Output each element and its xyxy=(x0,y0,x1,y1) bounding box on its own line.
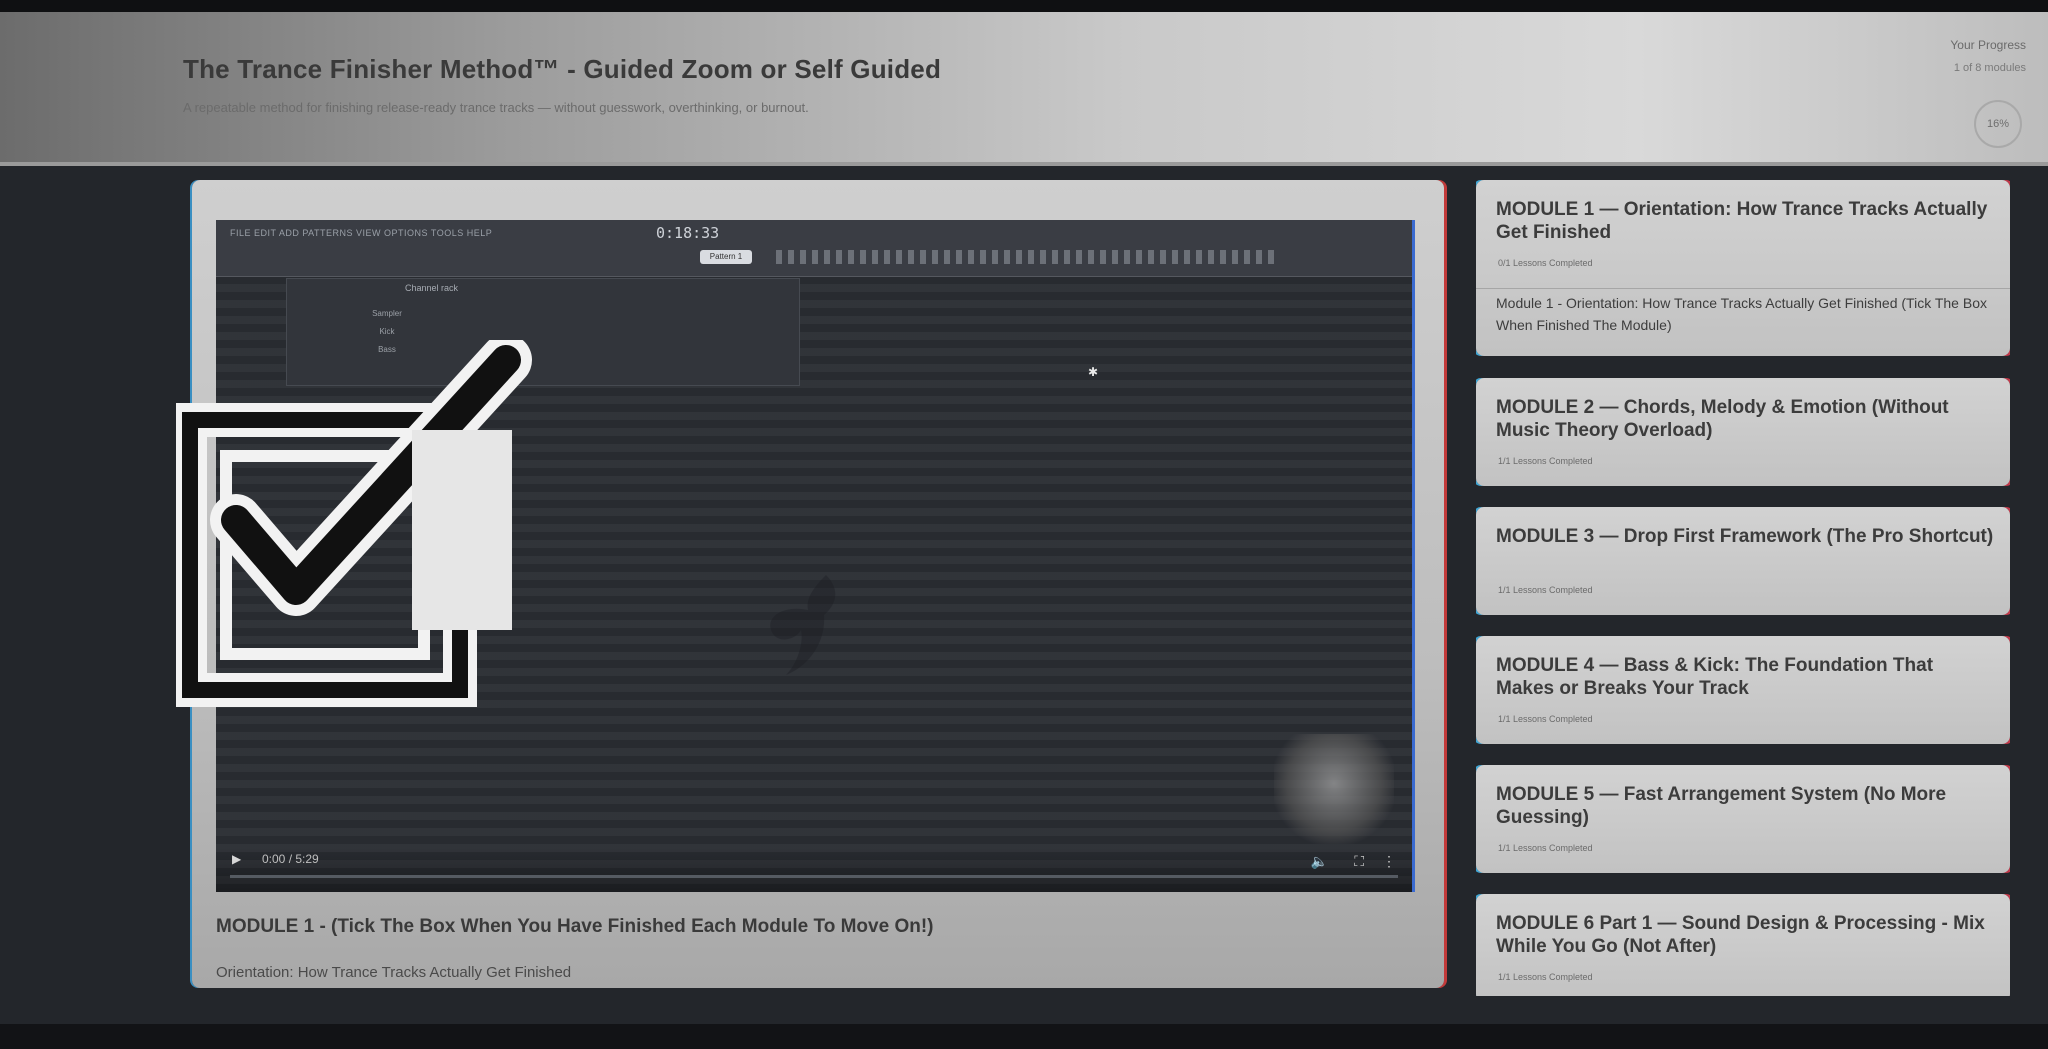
module-card-1[interactable]: MODULE 1 — Orientation: How Trance Track… xyxy=(1476,180,2010,356)
module-title: MODULE 1 — Orientation: How Trance Track… xyxy=(1496,199,1988,243)
fl-studio-logo-icon xyxy=(770,575,836,675)
module-card-4[interactable]: MODULE 4 — Bass & Kick: The Foundation T… xyxy=(1476,636,2010,744)
rack-row: Kick xyxy=(379,327,395,336)
volume-icon[interactable]: 🔈 xyxy=(1311,853,1328,870)
progress-ring: 16% xyxy=(1974,100,2022,148)
module-card-5[interactable]: MODULE 5 — Fast Arrangement System (No M… xyxy=(1476,765,2010,873)
module-title: MODULE 3 — Drop First Framework (The Pro… xyxy=(1496,526,1994,547)
module-sidebar: MODULE 1 — Orientation: How Trance Track… xyxy=(1476,180,2010,996)
module-progress: 1/1 Lessons Completed xyxy=(1498,456,1593,466)
page: The Trance Finisher Method™ - Guided Zoo… xyxy=(0,0,2048,1049)
module-progress: 0/1 Lessons Completed xyxy=(1498,258,1593,268)
daw-controls xyxy=(776,250,1276,264)
top-strip xyxy=(0,0,2048,12)
play-icon[interactable]: ▶ xyxy=(232,852,241,866)
progress-percent: 16% xyxy=(1986,118,2010,130)
daw-pattern: Pattern 1 xyxy=(700,250,752,264)
more-icon[interactable]: ⋮ xyxy=(1382,853,1396,870)
module-progress: 1/1 Lessons Completed xyxy=(1498,585,1593,595)
module-progress: 1/1 Lessons Completed xyxy=(1498,843,1593,853)
module-card-6[interactable]: MODULE 6 Part 1 — Sound Design & Process… xyxy=(1476,894,2010,996)
lesson-title: MODULE 1 - (Tick The Box When You Have F… xyxy=(216,916,934,937)
module-lesson-link[interactable]: Module 1 - Orientation: How Trance Track… xyxy=(1496,292,1996,336)
mouse-cursor-icon: ✱ xyxy=(1088,365,1099,379)
module-card-3[interactable]: MODULE 3 — Drop First Framework (The Pro… xyxy=(1476,507,2010,615)
module-title: MODULE 6 Part 1 — Sound Design & Process… xyxy=(1496,913,1985,957)
video-controls: ▶ 0:00 / 5:29 🔈 ⛶ ⋮ xyxy=(216,848,1412,892)
course-header: The Trance Finisher Method™ - Guided Zoo… xyxy=(0,12,2048,166)
daw-menu: FILE EDIT ADD PATTERNS VIEW OPTIONS TOOL… xyxy=(230,228,493,238)
rack-row: Sampler xyxy=(372,309,402,318)
module-card-2[interactable]: MODULE 2 — Chords, Melody & Emotion (Wit… xyxy=(1476,378,2010,486)
module-title: MODULE 5 — Fast Arrangement System (No M… xyxy=(1496,784,1947,828)
fullscreen-icon[interactable]: ⛶ xyxy=(1354,853,1364,870)
course-title: The Trance Finisher Method™ - Guided Zoo… xyxy=(183,54,942,84)
seek-bar[interactable] xyxy=(230,875,1398,878)
video-time: 0:00 / 5:29 xyxy=(262,852,319,866)
checkbox-checked-icon[interactable] xyxy=(176,340,546,710)
module-divider xyxy=(1476,288,2010,289)
lesson-subtitle: Orientation: How Trance Tracks Actually … xyxy=(216,964,572,981)
bottom-strip xyxy=(0,1024,2048,1049)
progress-sub: 1 of 8 modules xyxy=(1953,62,2026,74)
daw-toolbar: FILE EDIT ADD PATTERNS VIEW OPTIONS TOOL… xyxy=(216,220,1412,277)
module-title: MODULE 2 — Chords, Melody & Emotion (Wit… xyxy=(1496,397,1949,441)
module-progress: 1/1 Lessons Completed xyxy=(1498,972,1593,982)
webcam-overlay xyxy=(1274,734,1394,844)
module-progress: 1/1 Lessons Completed xyxy=(1498,714,1593,724)
channel-rack-title: Channel rack xyxy=(405,283,459,293)
module-title: MODULE 4 — Bass & Kick: The Foundation T… xyxy=(1496,655,1934,699)
course-subtitle: A repeatable method for finishing releas… xyxy=(183,100,809,115)
daw-time: 0:18:33 xyxy=(656,224,720,242)
progress-label: Your Progress xyxy=(1950,38,2026,52)
